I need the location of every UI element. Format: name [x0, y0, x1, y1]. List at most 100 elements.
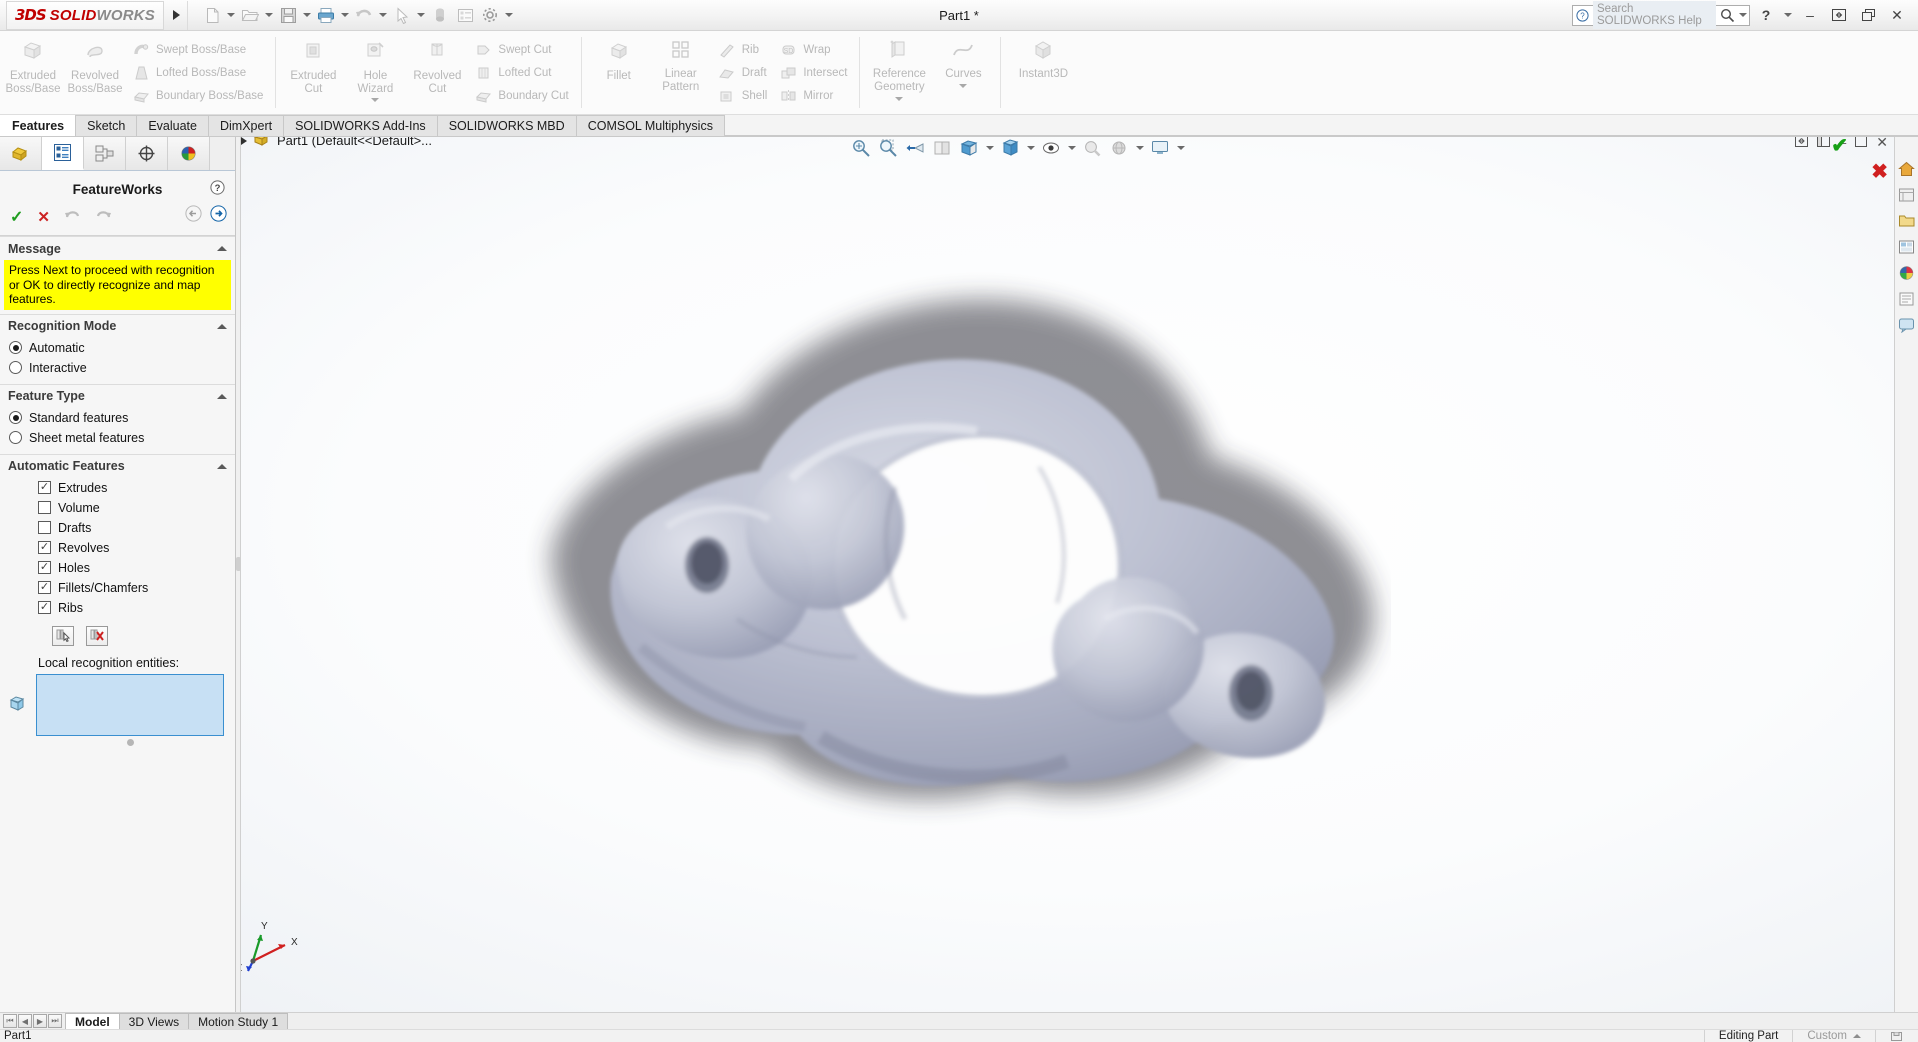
cancel-button[interactable]: ✕ — [37, 208, 50, 226]
checkbox-holes[interactable]: Holes — [0, 558, 235, 578]
view-orientation-dropdown[interactable] — [984, 137, 995, 160]
back-button[interactable] — [185, 205, 202, 225]
save-document-button[interactable] — [276, 2, 300, 28]
tab-solidworks-add-ins[interactable]: SOLIDWORKS Add-Ins — [283, 115, 438, 136]
dock-viewport-button[interactable] — [1817, 137, 1831, 150]
help-icon[interactable]: ? — [210, 180, 225, 198]
next-button[interactable] — [210, 205, 227, 225]
design-library-icon[interactable] — [1897, 185, 1916, 204]
curves-button[interactable]: Curves — [932, 33, 994, 112]
view-settings-button[interactable] — [1148, 137, 1172, 160]
maximize-viewport-button[interactable] — [1855, 137, 1868, 150]
close-viewport-button[interactable]: ✕ — [1876, 137, 1888, 151]
edit-appearance-button[interactable] — [1080, 137, 1104, 160]
tab-sketch[interactable]: Sketch — [75, 115, 138, 136]
select-tool-button[interactable] — [390, 2, 414, 28]
swept-boss-base-button[interactable]: Swept Boss/Base — [128, 39, 267, 60]
undo-button[interactable] — [352, 2, 376, 28]
mirror-button[interactable]: Mirror — [775, 85, 851, 106]
hole-wizard-dropdown-icon[interactable] — [371, 98, 380, 102]
previous-view-button[interactable] — [903, 137, 927, 160]
bottom-tab-model[interactable]: Model — [65, 1013, 120, 1029]
shell-button[interactable]: Shell — [714, 85, 772, 106]
radio-automatic[interactable]: Automatic — [0, 338, 235, 358]
save-document-dropdown[interactable] — [301, 2, 313, 28]
chevron-up-icon[interactable] — [217, 246, 227, 251]
hide-show-dropdown[interactable] — [1066, 137, 1077, 160]
hide-show-items-button[interactable] — [1039, 137, 1063, 160]
search-box[interactable]: ? Search SOLIDWORKS Help — [1572, 1, 1750, 29]
view-orientation-button[interactable] — [957, 137, 981, 160]
checkbox-extrudes[interactable]: Extrudes — [0, 478, 235, 498]
boundary-boss-base-button[interactable]: Boundary Boss/Base — [128, 85, 267, 106]
vertebra-mesh-model[interactable] — [491, 227, 1391, 847]
first-tab-button[interactable]: ⏮ — [3, 1014, 17, 1028]
radio-standard-features[interactable]: Standard features — [0, 408, 235, 428]
redo-button[interactable] — [95, 208, 112, 226]
select-tool-dropdown[interactable] — [415, 2, 427, 28]
custom-properties-icon[interactable] — [1897, 289, 1916, 308]
expand-tree-icon[interactable] — [241, 137, 247, 145]
restore-viewport-button[interactable] — [1795, 137, 1809, 150]
checkbox-volume[interactable]: Volume — [0, 498, 235, 518]
menu-expand-button[interactable] — [166, 0, 188, 30]
radio-sheet-metal-features[interactable]: Sheet metal features — [0, 428, 235, 448]
prev-tab-button[interactable]: ◀ — [18, 1014, 32, 1028]
chevron-up-icon[interactable] — [217, 393, 227, 399]
configuration-manager-tab[interactable] — [84, 137, 126, 170]
section-header-automatic-features[interactable]: Automatic Features — [0, 453, 235, 478]
zoom-to-fit-button[interactable] — [849, 137, 873, 160]
maximize-window-button[interactable] — [1855, 3, 1881, 27]
minimize-window-button[interactable]: – — [1797, 3, 1823, 27]
save-status-icon[interactable] — [1875, 1029, 1918, 1042]
open-document-button[interactable] — [238, 2, 262, 28]
lofted-boss-base-button[interactable]: Lofted Boss/Base — [128, 62, 267, 83]
solidworks-logo[interactable]: 3DS SOLID WORKS — [6, 0, 164, 30]
view-settings-dropdown[interactable] — [1175, 137, 1186, 160]
graphics-viewport[interactable]: Part1 (Default<<Default>... – ✕ ✔ ✖ X Y — [241, 137, 1894, 1013]
reference-geometry-dropdown-icon[interactable] — [895, 97, 904, 101]
tab-dimxpert[interactable]: DimXpert — [207, 115, 285, 136]
solidworks-forum-icon[interactable] — [1897, 315, 1916, 334]
display-manager-tab[interactable] — [168, 137, 210, 170]
hole-wizard-button[interactable]: Hole Wizard — [344, 33, 406, 112]
section-view-button[interactable] — [930, 137, 954, 160]
extruded-cut-button[interactable]: Extruded Cut — [282, 33, 344, 112]
reference-geometry-button[interactable]: Reference Geometry — [866, 33, 932, 112]
fillet-button[interactable]: Fillet — [588, 33, 650, 112]
linear-pattern-button[interactable]: Linear Pattern — [650, 33, 712, 112]
feature-manager-tree-tab[interactable] — [0, 137, 42, 170]
checkbox-drafts[interactable]: Drafts — [0, 518, 235, 538]
chevron-up-icon[interactable] — [1853, 1034, 1861, 1038]
tab-evaluate[interactable]: Evaluate — [136, 115, 209, 136]
print-document-button[interactable] — [314, 2, 338, 28]
tab-features[interactable]: Features — [0, 115, 77, 136]
checkbox-revolves[interactable]: Revolves — [0, 538, 235, 558]
file-explorer-icon[interactable] — [1897, 211, 1916, 230]
new-document-button[interactable] — [200, 2, 224, 28]
dimxpert-manager-tab[interactable] — [126, 137, 168, 170]
undo-button[interactable] — [64, 208, 81, 226]
rib-button[interactable]: Rib — [714, 39, 772, 60]
sw-resources-icon[interactable] — [1897, 159, 1916, 178]
ok-button[interactable]: ✓ — [10, 207, 23, 227]
rebuild-button[interactable] — [428, 2, 452, 28]
local-recognition-entities-field[interactable] — [36, 673, 224, 736]
tab-solidworks-mbd[interactable]: SOLIDWORKS MBD — [436, 115, 577, 136]
revolved-cut-button[interactable]: Revolved Cut — [406, 33, 468, 112]
lofted-cut-button[interactable]: Lofted Cut — [470, 62, 572, 83]
next-tab-button[interactable]: ▶ — [33, 1014, 47, 1028]
confirm-ok-button[interactable]: ✔ — [1831, 137, 1848, 158]
radio-interactive[interactable]: Interactive — [0, 358, 235, 378]
draft-button[interactable]: Draft — [714, 62, 772, 83]
options-button[interactable] — [478, 2, 502, 28]
chevron-up-icon[interactable] — [217, 463, 227, 469]
display-style-button[interactable] — [998, 137, 1022, 160]
instant3d-button[interactable]: Instant3D — [1007, 33, 1079, 112]
swept-cut-button[interactable]: Swept Cut — [470, 39, 572, 60]
section-header-feature-type[interactable]: Feature Type — [0, 383, 235, 408]
revolved-boss-base-button[interactable]: Revolved Boss/Base — [64, 33, 126, 112]
curves-dropdown-icon[interactable] — [959, 84, 968, 88]
new-document-dropdown[interactable] — [225, 2, 237, 28]
open-document-dropdown[interactable] — [263, 2, 275, 28]
